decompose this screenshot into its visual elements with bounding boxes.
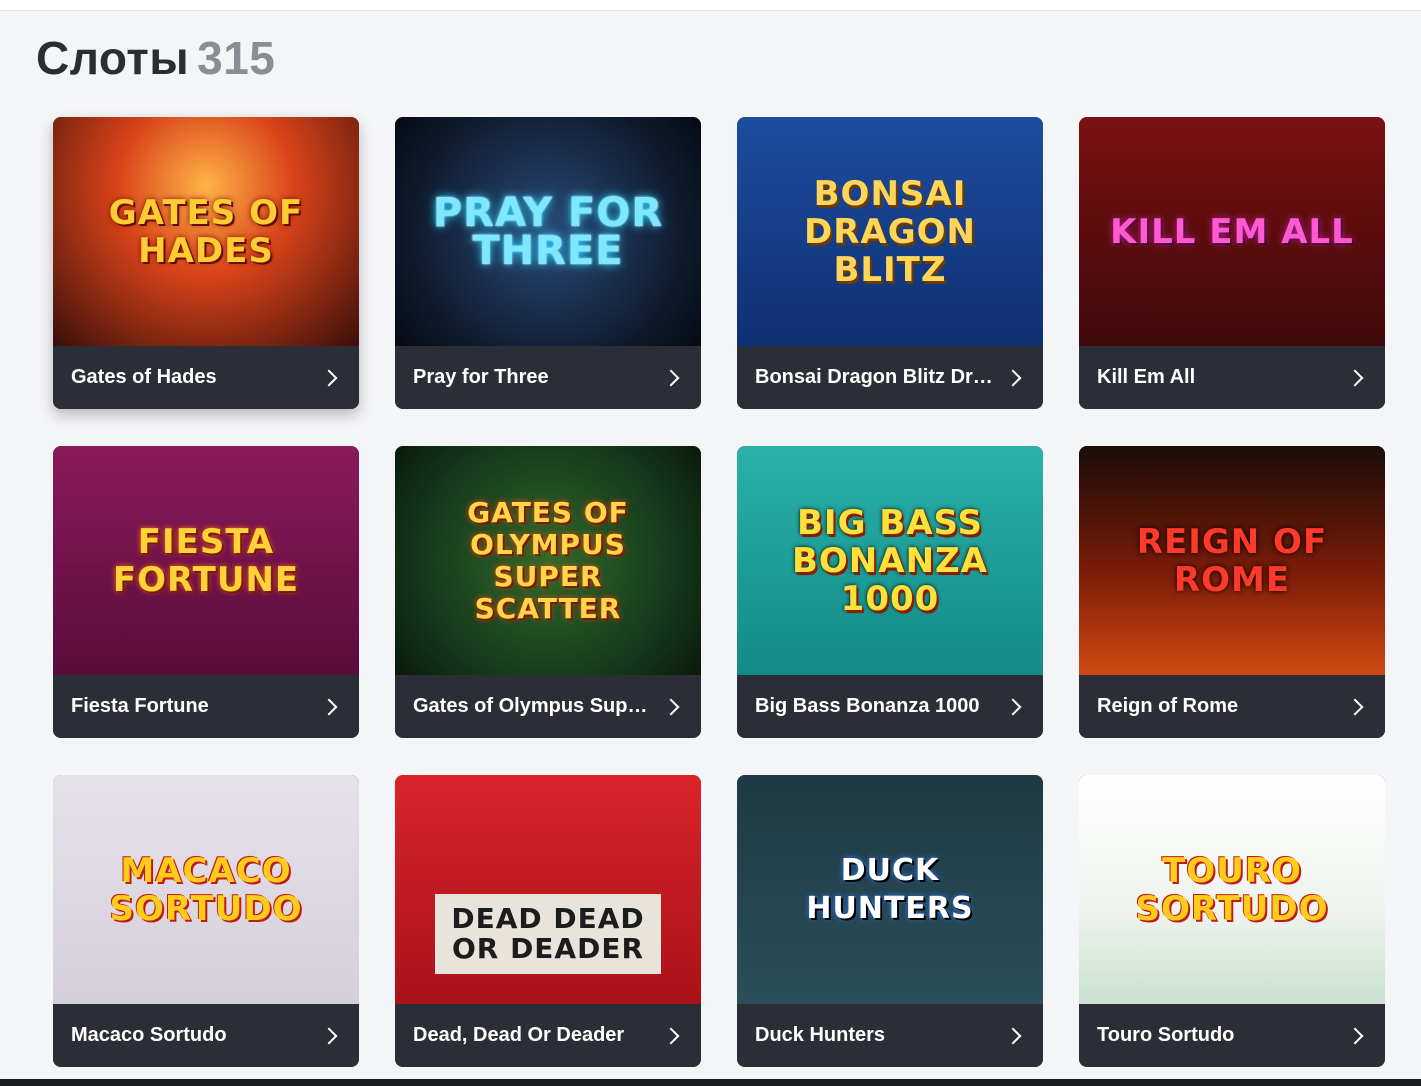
game-card-bonsai-dragon-blitz[interactable]: Bonsai Dragon Blitz Bonsai Dragon Blitz … (737, 117, 1043, 409)
game-thumbnail[interactable]: Fiesta Fortune (53, 446, 359, 675)
chevron-right-icon (662, 1027, 680, 1044)
game-caption[interactable]: Touro Sortudo (1079, 1004, 1385, 1067)
game-name: Duck Hunters (755, 1024, 886, 1046)
game-name: Touro Sortudo (1097, 1024, 1235, 1046)
game-caption[interactable]: Kill Em All (1079, 346, 1385, 409)
games-count: 315 (197, 32, 276, 84)
game-thumbnail[interactable]: Bonsai Dragon Blitz (737, 117, 1043, 346)
game-name: Dead, Dead Or Deader (413, 1024, 625, 1046)
game-name: Gates of Hades (71, 366, 217, 388)
game-logo-text: Gates of Hades (108, 192, 304, 271)
game-caption[interactable]: Reign of Rome (1079, 675, 1385, 738)
section-title: Слоты (36, 32, 190, 84)
game-card-kill-em-all[interactable]: Kill Em All Kill Em All (1079, 117, 1385, 409)
game-card-big-bass-bonanza-1000[interactable]: Big Bass Bonanza 1000 Big Bass Bonanza 1… (737, 446, 1043, 738)
game-logo-text: Duck Hunters (806, 852, 974, 926)
game-card-fiesta-fortune[interactable]: Fiesta Fortune Fiesta Fortune (53, 446, 359, 738)
chevron-right-icon (1004, 698, 1022, 715)
chevron-right-icon (1004, 1027, 1022, 1044)
game-card-duck-hunters[interactable]: Duck Hunters Duck Hunters (737, 775, 1043, 1067)
chevron-right-icon (320, 698, 338, 715)
game-name: Macaco Sortudo (71, 1024, 227, 1046)
chevron-right-icon (320, 1027, 338, 1044)
game-thumbnail[interactable]: Big Bass Bonanza 1000 (737, 446, 1043, 675)
game-name: Gates of Olympus Super Scatter (413, 695, 653, 717)
game-card-macaco-sortudo[interactable]: Macaco Sortudo Macaco Sortudo (53, 775, 359, 1067)
game-thumbnail[interactable]: Duck Hunters (737, 775, 1043, 1004)
game-card-gates-of-hades[interactable]: Gates of Hades Gates of Hades (53, 117, 359, 409)
game-caption[interactable]: Dead, Dead Or Deader (395, 1004, 701, 1067)
game-logo-text: Macaco Sortudo (109, 850, 303, 929)
chevron-right-icon (1346, 369, 1364, 386)
game-caption[interactable]: Macaco Sortudo (53, 1004, 359, 1067)
bottom-bar (0, 1079, 1421, 1086)
chevron-right-icon (1346, 698, 1364, 715)
game-caption[interactable]: Duck Hunters (737, 1004, 1043, 1067)
game-thumbnail[interactable]: Reign of Rome (1079, 446, 1385, 675)
game-logo-text: Big Bass Bonanza 1000 (791, 502, 988, 619)
chevron-right-icon (662, 369, 680, 386)
game-card-touro-sortudo[interactable]: Touro Sortudo Touro Sortudo (1079, 775, 1385, 1067)
page-title: Слоты 315 (36, 30, 275, 86)
top-bar (0, 0, 1421, 11)
game-thumbnail[interactable]: Macaco Sortudo (53, 775, 359, 1004)
game-thumbnail[interactable]: Gates of Olympus Super Scatter (395, 446, 701, 675)
game-card-dead-dead-or-deader[interactable]: Dead Dead or Deader Dead, Dead Or Deader (395, 775, 701, 1067)
game-caption[interactable]: Fiesta Fortune (53, 675, 359, 738)
game-logo-text: Kill Em All (1110, 211, 1354, 252)
game-logo-text: Bonsai Dragon Blitz (804, 173, 976, 290)
game-name: Bonsai Dragon Blitz Dream Drop (755, 366, 995, 388)
game-logo-text: Reign of Rome (1136, 521, 1328, 600)
game-caption[interactable]: Pray for Three (395, 346, 701, 409)
game-card-pray-for-three[interactable]: Pray for Three Pray for Three (395, 117, 701, 409)
game-name: Big Bass Bonanza 1000 (755, 695, 980, 717)
game-name: Pray for Three (413, 366, 549, 388)
game-card-reign-of-rome[interactable]: Reign of Rome Reign of Rome (1079, 446, 1385, 738)
game-thumbnail[interactable]: Pray for Three (395, 117, 701, 346)
chevron-right-icon (1346, 1027, 1364, 1044)
games-grid: Gates of Hades Gates of Hades Pray for T… (53, 117, 1385, 1067)
game-logo-text: Fiesta Fortune (112, 521, 300, 600)
game-caption[interactable]: Bonsai Dragon Blitz Dream Drop (737, 346, 1043, 409)
chevron-right-icon (320, 369, 338, 386)
game-caption[interactable]: Gates of Hades (53, 346, 359, 409)
chevron-right-icon (1004, 369, 1022, 386)
game-name: Kill Em All (1097, 366, 1196, 388)
game-card-gates-of-olympus-super-scatter[interactable]: Gates of Olympus Super Scatter Gates of … (395, 446, 701, 738)
game-thumbnail[interactable]: Gates of Hades (53, 117, 359, 346)
game-logo-text: Dead Dead or Deader (435, 894, 661, 974)
game-logo-text: Pray for Three (432, 189, 664, 274)
game-logo-text: Touro Sortudo (1135, 850, 1329, 929)
chevron-right-icon (662, 698, 680, 715)
game-thumbnail[interactable]: Kill Em All (1079, 117, 1385, 346)
game-thumbnail[interactable]: Dead Dead or Deader (395, 775, 701, 1004)
game-thumbnail[interactable]: Touro Sortudo (1079, 775, 1385, 1004)
game-name: Reign of Rome (1097, 695, 1239, 717)
game-caption[interactable]: Big Bass Bonanza 1000 (737, 675, 1043, 738)
game-logo-text: Gates of Olympus Super Scatter (467, 495, 629, 625)
game-name: Fiesta Fortune (71, 695, 209, 717)
game-caption[interactable]: Gates of Olympus Super Scatter (395, 675, 701, 738)
